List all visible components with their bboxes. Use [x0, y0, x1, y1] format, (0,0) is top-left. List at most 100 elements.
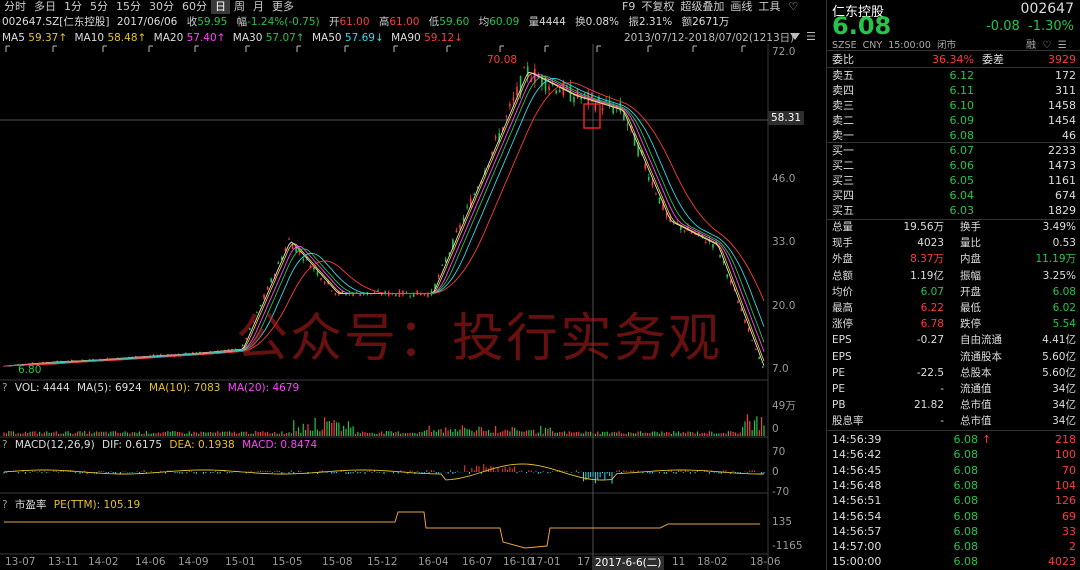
volume-bar: [483, 430, 485, 436]
period-tab[interactable]: 30分: [145, 0, 178, 14]
volume-bar: [556, 432, 558, 436]
volume-bar: [46, 431, 48, 436]
tick-row[interactable]: 15:00:00 6.08 4023: [832, 554, 1076, 570]
adjust-button[interactable]: 不复权: [641, 0, 674, 13]
period-tab[interactable]: 月: [249, 0, 268, 14]
buy-price: 6.06: [949, 159, 975, 172]
period-tab[interactable]: 1分: [60, 0, 86, 14]
candle-body: [494, 136, 497, 139]
volume-bar: [55, 431, 57, 436]
tick-row[interactable]: 14:56:45 6.08 70: [832, 463, 1076, 479]
help-icon[interactable]: ?: [2, 439, 8, 451]
period-tab[interactable]: 更多: [268, 0, 298, 14]
period-tab[interactable]: 周: [230, 0, 249, 14]
volume-bar: [345, 428, 347, 436]
period-tab[interactable]: 多日: [30, 0, 60, 14]
candle-body: [345, 293, 347, 296]
help-icon[interactable]: ?: [2, 382, 8, 394]
flag-icon: [52, 45, 57, 52]
volume-bar: [749, 421, 751, 436]
volume-bar: [704, 432, 706, 436]
volume-bar: [281, 431, 283, 436]
volume-bar: [295, 431, 297, 436]
volume-bar: [314, 417, 316, 436]
volume-bar: [43, 432, 45, 436]
help-icon[interactable]: ?: [2, 499, 8, 511]
volume-bar: [205, 432, 207, 436]
volume-bar: [630, 432, 632, 436]
tick-row[interactable]: 14:56:54 6.08 69: [832, 509, 1076, 525]
price-change: -0.08 -1.30%: [986, 19, 1074, 34]
tools-button[interactable]: 工具: [758, 0, 780, 13]
sell-label: 卖三: [832, 99, 854, 112]
menu-icon[interactable]: ☰: [806, 31, 816, 43]
volume-bar: [402, 432, 404, 436]
tick-row[interactable]: 14:56:51 6.08 126: [832, 493, 1076, 509]
candle-body: [573, 96, 575, 103]
tick-row[interactable]: 14:56:57 6.08 33: [832, 524, 1076, 540]
period-tab-active[interactable]: 日: [211, 0, 230, 14]
volume-bar: [611, 432, 613, 436]
candle-body: [555, 90, 557, 94]
tick-price: 6.08: [953, 433, 979, 446]
date-range[interactable]: 2013/07/12-2018/07/02(1213日): [624, 31, 794, 45]
stat-value: 3.49%: [1042, 221, 1076, 233]
tick-row[interactable]: 14:56:39 6.08 ↑ 218: [832, 432, 1076, 448]
flag-icon: [393, 45, 398, 52]
candle-body: [744, 319, 746, 323]
volume-bar: [533, 429, 535, 436]
volume-bar: [193, 431, 195, 436]
tick-row[interactable]: 14:56:42 6.08 100: [832, 447, 1076, 463]
volume-bar: [692, 432, 694, 436]
volume-bar: [212, 432, 214, 436]
period-tab[interactable]: 5分: [86, 0, 112, 14]
volume-bar: [302, 423, 304, 436]
volume-bar: [354, 433, 357, 436]
volume-bar: [535, 433, 537, 436]
draw-button[interactable]: 画线: [730, 0, 752, 13]
tick-row[interactable]: 14:56:48 6.08 104: [832, 478, 1076, 494]
volume-bar: [723, 432, 725, 436]
stat-label: 自由流通: [960, 334, 1002, 347]
volume-bar: [677, 431, 680, 436]
candle-body: [626, 124, 629, 126]
volume-bar: [67, 431, 69, 436]
period-tab[interactable]: 分时: [0, 0, 30, 14]
buy-price: 6.03: [949, 204, 975, 217]
volume-bar: [145, 431, 148, 436]
tick-row[interactable]: 14:57:00 6.08 2: [832, 539, 1076, 555]
volume-bar: [22, 433, 24, 436]
volume-bar: [383, 433, 385, 436]
heart-icon[interactable]: ♡: [788, 0, 798, 13]
volume-bar: [39, 431, 41, 436]
stat-row: 外盘 8.37万 内盘 11.19万: [832, 252, 1076, 268]
volume-bar: [549, 427, 551, 436]
volume-bar: [758, 430, 760, 436]
stat-value: -22.5: [916, 366, 944, 379]
stat-row: PE - 流通值 34亿: [832, 382, 1076, 398]
volume-bar: [283, 433, 285, 436]
ma30-label: MA30: [232, 32, 263, 44]
volume-bar: [542, 433, 544, 436]
period-tab[interactable]: 15分: [112, 0, 145, 14]
volume-bar: [428, 425, 430, 436]
candle-body: [648, 176, 650, 181]
chevron-down-icon[interactable]: [790, 33, 800, 40]
volume-bar: [442, 432, 444, 436]
x-tick: 15-08: [322, 556, 353, 568]
volume-bar: [293, 420, 295, 436]
stock-code-big: 002647: [1020, 1, 1074, 17]
volume-bar: [12, 431, 15, 436]
volume-bar: [423, 430, 425, 436]
volume-bar: [231, 432, 233, 436]
period-tab[interactable]: 60分: [178, 0, 211, 14]
price-tick: 46.0: [772, 173, 796, 185]
overlay-button[interactable]: 超级叠加: [680, 0, 724, 13]
volume-bar: [77, 431, 79, 436]
f9-button[interactable]: F9: [622, 0, 635, 13]
x-tick: 18-06: [750, 556, 781, 568]
volume-bar: [516, 430, 518, 436]
stat-value: -: [940, 383, 944, 395]
candle-body: [288, 238, 290, 240]
volume-bar: [625, 433, 627, 436]
